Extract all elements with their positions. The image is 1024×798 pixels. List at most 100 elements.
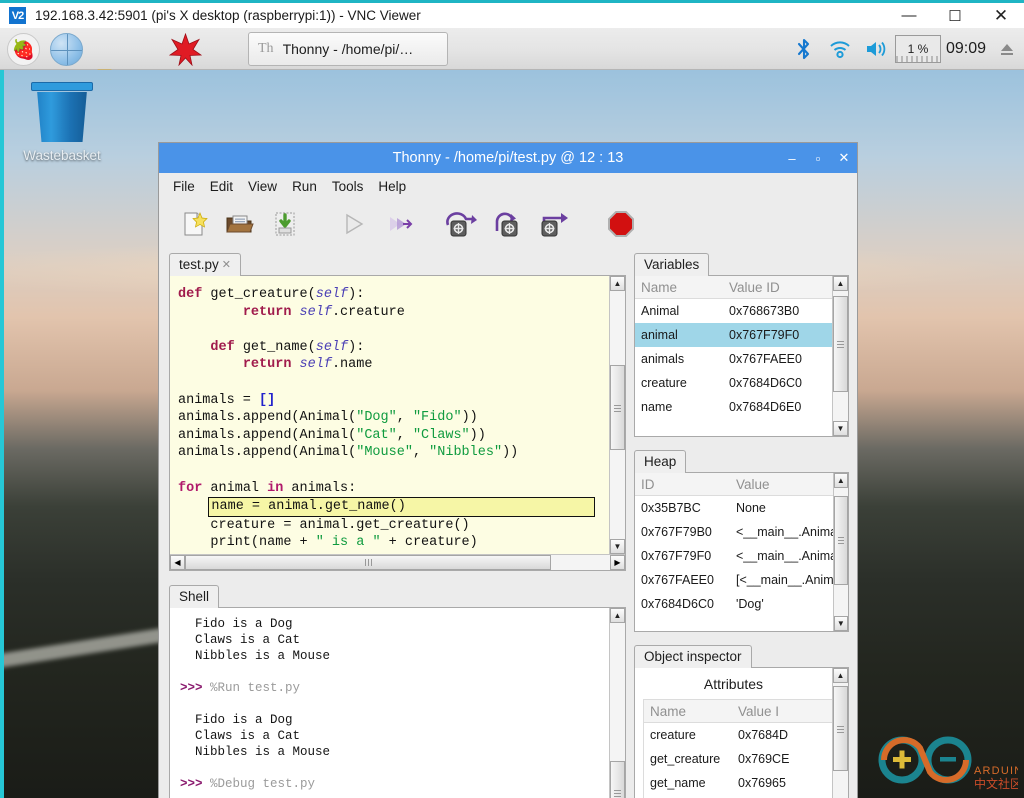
- web-browser-icon[interactable]: [50, 33, 83, 66]
- shell-output[interactable]: Fido is a Dog Claws is a Cat Nibbles is …: [170, 608, 609, 798]
- scroll-left-icon[interactable]: ◀: [170, 555, 185, 570]
- scroll-thumb[interactable]: [833, 686, 848, 771]
- vnc-minimize-button[interactable]: —: [886, 3, 932, 28]
- scroll-track[interactable]: [833, 683, 848, 798]
- tab-test-py[interactable]: test.py ✕: [169, 253, 241, 276]
- save-file-button[interactable]: [267, 206, 303, 242]
- table-row[interactable]: get_name 0x76965: [644, 771, 832, 795]
- scroll-thumb[interactable]: [833, 296, 848, 392]
- tab-object-inspector[interactable]: Object inspector: [634, 645, 752, 668]
- step-into-button[interactable]: [489, 206, 525, 242]
- debug-button[interactable]: [381, 206, 417, 242]
- scroll-up-icon[interactable]: ▲: [834, 473, 848, 488]
- bluetooth-icon[interactable]: [787, 38, 821, 60]
- scroll-track[interactable]: [610, 623, 625, 798]
- thonny-maximize-button[interactable]: ▫: [811, 151, 825, 166]
- scroll-down-icon[interactable]: ▼: [610, 539, 625, 554]
- col-value-id[interactable]: Value ID: [723, 280, 832, 295]
- scroll-thumb[interactable]: [834, 496, 848, 586]
- col-name[interactable]: Name: [644, 704, 732, 719]
- scroll-track-h[interactable]: [185, 555, 610, 570]
- table-row[interactable]: 0x35B7BC None: [635, 496, 833, 520]
- cell-id: 0x767FAEE0: [635, 573, 730, 587]
- menu-help[interactable]: Help: [378, 179, 406, 194]
- variables-vertical-scrollbar[interactable]: ▲ ▼: [832, 276, 848, 436]
- stop-button[interactable]: [603, 206, 639, 242]
- vnc-maximize-button[interactable]: ☐: [932, 3, 978, 28]
- heap-pane: ID Value 0x35B7BC None 0x767F79: [634, 472, 849, 632]
- table-row[interactable]: 0x7684D6C0 'Dog': [635, 592, 833, 616]
- table-row[interactable]: 0x767F79B0 <__main__.Anima: [635, 520, 833, 544]
- code-text-area[interactable]: def get_creature(self): return self.crea…: [170, 276, 609, 554]
- scroll-thumb[interactable]: [610, 761, 625, 798]
- thonny-minimize-button[interactable]: –: [785, 151, 799, 166]
- menu-file[interactable]: File: [173, 179, 195, 194]
- close-icon[interactable]: ✕: [222, 258, 231, 271]
- cell-id: 0x7684D6C0: [635, 597, 730, 611]
- shell-notebook: Shell Fido is a Dog Claws is a Cat Nibbl…: [169, 581, 626, 798]
- table-row[interactable]: get_creature 0x769CE: [644, 747, 832, 771]
- run-button[interactable]: [335, 206, 371, 242]
- scroll-thumb[interactable]: [610, 365, 625, 449]
- cell-value-id: 0x768673B0: [723, 304, 832, 318]
- scroll-track[interactable]: [610, 291, 625, 539]
- editor-horizontal-scrollbar[interactable]: ◀ ▶: [170, 554, 625, 570]
- table-row[interactable]: Animal 0x768673B0: [635, 299, 832, 323]
- menu-view[interactable]: View: [248, 179, 277, 194]
- new-file-button[interactable]: [175, 206, 211, 242]
- table-row[interactable]: creature 0x7684D: [644, 723, 832, 747]
- table-row-selected[interactable]: animal 0x767F79F0: [635, 323, 832, 347]
- vnc-close-button[interactable]: ✕: [978, 3, 1024, 28]
- volume-icon[interactable]: [859, 39, 895, 59]
- eject-icon[interactable]: [994, 41, 1020, 57]
- scroll-up-icon[interactable]: ▲: [833, 668, 848, 683]
- scroll-down-icon[interactable]: ▼: [834, 616, 848, 631]
- tab-variables[interactable]: Variables: [634, 253, 709, 276]
- scroll-right-icon[interactable]: ▶: [610, 555, 625, 570]
- tab-shell[interactable]: Shell: [169, 585, 219, 608]
- cpu-monitor[interactable]: 1 %: [895, 35, 941, 63]
- table-row[interactable]: 0x767FAEE0 [<__main__.Anima: [635, 568, 833, 592]
- scroll-thumb-h[interactable]: [185, 555, 551, 570]
- col-value[interactable]: Value: [730, 477, 833, 492]
- scroll-up-icon[interactable]: ▲: [833, 276, 848, 291]
- editor-vertical-scrollbar[interactable]: ▲ ▼: [609, 276, 625, 554]
- cell-value-id: 0x7684D6C0: [723, 376, 832, 390]
- debug-current-line: name = animal.get_name(): [208, 497, 595, 517]
- table-row[interactable]: creature 0x7684D6C0: [635, 371, 832, 395]
- desktop-icon-wastebasket[interactable]: Wastebasket: [20, 82, 104, 163]
- tab-heap[interactable]: Heap: [634, 450, 686, 473]
- editor-tab-strip: test.py ✕: [169, 249, 626, 276]
- cell-name: animal: [635, 328, 723, 342]
- menu-run[interactable]: Run: [292, 179, 317, 194]
- menu-tools[interactable]: Tools: [332, 179, 364, 194]
- table-row[interactable]: name 0x7684D6E0: [635, 395, 832, 419]
- object-inspector-vertical-scrollbar[interactable]: ▲ ▼: [832, 668, 848, 798]
- scroll-track[interactable]: [834, 488, 848, 616]
- vnc-window-title: 192.168.3.42:5901 (pi's X desktop (raspb…: [35, 8, 421, 23]
- cell-value: None: [730, 501, 833, 515]
- table-row[interactable]: animals 0x767FAEE0: [635, 347, 832, 371]
- shell-vertical-scrollbar[interactable]: ▲ ▼: [609, 608, 625, 798]
- taskbar-window-button-thonny[interactable]: Th Thonny - /home/pi/…: [248, 32, 448, 66]
- clock[interactable]: 09:09: [946, 40, 986, 58]
- col-name[interactable]: Name: [635, 280, 723, 295]
- scroll-up-icon[interactable]: ▲: [610, 276, 625, 291]
- cell-value-id: 0x769CE: [732, 752, 832, 766]
- table-row[interactable]: 0x767F79F0 <__main__.Anima: [635, 544, 833, 568]
- step-over-button[interactable]: [443, 206, 479, 242]
- menu-edit[interactable]: Edit: [210, 179, 233, 194]
- wifi-icon[interactable]: [821, 39, 859, 59]
- thonny-close-button[interactable]: ✕: [837, 150, 851, 166]
- scroll-up-icon[interactable]: ▲: [610, 608, 625, 623]
- heap-vertical-scrollbar[interactable]: ▲ ▼: [833, 473, 848, 631]
- open-file-button[interactable]: [221, 206, 257, 242]
- step-out-button[interactable]: [535, 206, 571, 242]
- cell-value: <__main__.Anima: [730, 525, 833, 539]
- mathematica-icon[interactable]: [169, 33, 202, 66]
- raspberry-menu-icon[interactable]: 🍓: [7, 33, 40, 66]
- col-value-id[interactable]: Value I: [732, 704, 832, 719]
- scroll-down-icon[interactable]: ▼: [833, 421, 848, 436]
- col-id[interactable]: ID: [635, 477, 730, 492]
- scroll-track[interactable]: [833, 291, 848, 421]
